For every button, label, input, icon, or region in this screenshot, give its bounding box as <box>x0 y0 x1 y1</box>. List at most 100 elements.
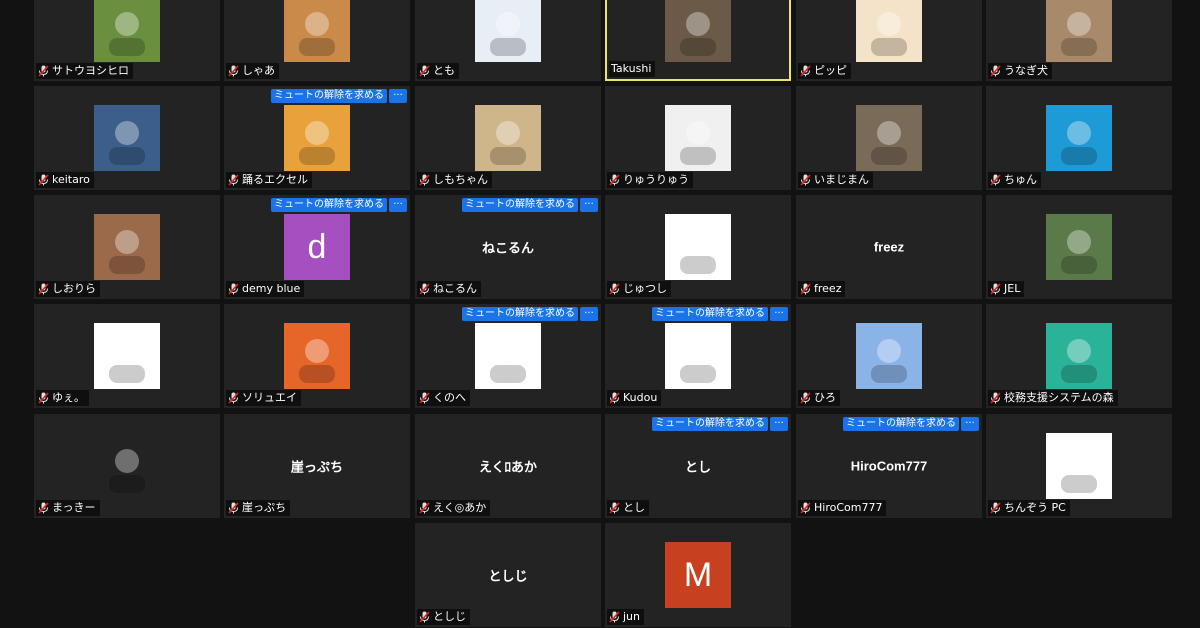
participant-name-bar: とし <box>607 500 649 516</box>
participant-name-bar: ひろ <box>798 390 840 406</box>
participant-tile[interactable]: JEL <box>986 195 1172 299</box>
participant-tile[interactable]: まっきー <box>34 414 220 518</box>
muted-mic-icon <box>419 392 430 404</box>
participant-tile[interactable]: ねこるん ミュートの解除を求める ··· ねこるん <box>415 195 601 299</box>
landscape-photo-avatar <box>94 105 160 171</box>
participant-tile[interactable]: 校務支援システムの森 <box>986 304 1172 408</box>
participant-tile[interactable]: じゅつし <box>605 195 791 299</box>
pink-face-avatar <box>1046 433 1112 499</box>
participant-name: Takushi <box>611 62 652 75</box>
muted-mic-icon <box>38 174 49 186</box>
more-options-button[interactable]: ··· <box>389 89 407 103</box>
unmute-request-controls: ミュートの解除を求める ··· <box>652 307 788 321</box>
participant-name: HiroCom777 <box>814 501 883 514</box>
participant-tile[interactable]: Mjun <box>605 523 791 627</box>
participant-tile[interactable]: としじ としじ <box>415 523 601 627</box>
unmute-request-controls: ミュートの解除を求める ··· <box>271 89 407 103</box>
ask-to-unmute-button[interactable]: ミュートの解除を求める <box>462 198 578 212</box>
muted-mic-icon <box>609 392 620 404</box>
muted-mic-icon <box>38 502 49 514</box>
muted-mic-icon <box>228 392 239 404</box>
participant-name: freez <box>814 282 842 295</box>
participant-name: うなぎ犬 <box>1004 64 1048 77</box>
participant-name-bar: しもちゃん <box>417 172 492 188</box>
participant-tile[interactable]: ソリュエイ <box>224 304 410 408</box>
participant-tile[interactable]: りゅうりゅう <box>605 86 791 190</box>
participant-tile[interactable]: ひろ <box>796 304 982 408</box>
participant-name-bar: ねこるん <box>417 281 481 297</box>
participant-name-bar: ピッピ <box>798 63 851 79</box>
participant-name-bar: しゃあ <box>226 63 279 79</box>
participant-tile[interactable]: えくﾛあか えく◎あか <box>415 414 601 518</box>
ask-to-unmute-button[interactable]: ミュートの解除を求める <box>652 307 768 321</box>
more-options-button[interactable]: ··· <box>961 417 979 431</box>
participant-tile[interactable]: 崖っぷち 崖っぷち <box>224 414 410 518</box>
participant-tile[interactable]: ゆぇ。 <box>34 304 220 408</box>
participant-name-bar: ちゅん <box>988 172 1041 188</box>
muted-mic-icon <box>800 502 811 514</box>
unmute-request-controls: ミュートの解除を求める ··· <box>462 198 598 212</box>
participant-tile[interactable]: サトウヨシヒロ <box>34 0 220 81</box>
more-options-button[interactable]: ··· <box>770 307 788 321</box>
participant-tile[interactable]: しもちゃん <box>415 86 601 190</box>
participant-name-bar: くのへ <box>417 390 470 406</box>
more-options-button[interactable]: ··· <box>580 307 598 321</box>
participant-tile[interactable]: ミュートの解除を求める ··· くのへ <box>415 304 601 408</box>
participant-name: 踊るエクセル <box>242 173 308 186</box>
participant-tile[interactable]: freez freez <box>796 195 982 299</box>
participant-name-bar: えく◎あか <box>417 500 491 516</box>
muted-mic-icon <box>990 174 1001 186</box>
magpie-avatar <box>475 323 541 389</box>
participant-tile[interactable]: とし ミュートの解除を求める ··· とし <box>605 414 791 518</box>
ask-to-unmute-button[interactable]: ミュートの解除を求める <box>271 89 387 103</box>
ask-to-unmute-button[interactable]: ミュートの解除を求める <box>652 417 768 431</box>
participant-name: とも <box>433 64 455 77</box>
unmute-request-controls: ミュートの解除を求める ··· <box>271 198 407 212</box>
pixel-character-avatar <box>94 433 160 499</box>
participant-name: としじ <box>433 610 466 623</box>
participant-tile[interactable]: しおりら <box>34 195 220 299</box>
muted-mic-icon <box>419 502 430 514</box>
participant-tile[interactable]: しゃあ <box>224 0 410 81</box>
muted-mic-icon <box>419 611 430 623</box>
participant-name: ちんぞう PC <box>1004 501 1066 514</box>
participant-tile[interactable]: ミュートの解除を求める ··· Kudou <box>605 304 791 408</box>
participant-tile[interactable]: d ミュートの解除を求める ··· demy blue <box>224 195 410 299</box>
participant-name-bar: しおりら <box>36 281 100 297</box>
participant-tile[interactable]: ピッピ <box>796 0 982 81</box>
muted-mic-icon <box>609 611 620 623</box>
participant-name-bar: じゅつし <box>607 281 671 297</box>
participant-tile[interactable]: ミュートの解除を求める ··· 踊るエクセル <box>224 86 410 190</box>
more-options-button[interactable]: ··· <box>389 198 407 212</box>
participant-name-bar: Kudou <box>607 390 662 406</box>
ask-to-unmute-button[interactable]: ミュートの解除を求める <box>843 417 959 431</box>
participant-tile[interactable]: ちゅん <box>986 86 1172 190</box>
coffee-cups-avatar <box>856 105 922 171</box>
more-options-button[interactable]: ··· <box>770 417 788 431</box>
participant-name: ソリュエイ <box>242 391 297 404</box>
participant-name: 校務支援システムの森 <box>1004 391 1114 404</box>
more-options-button[interactable]: ··· <box>580 198 598 212</box>
participant-tile[interactable]: とも <box>415 0 601 81</box>
participant-tile[interactable]: Takushi <box>605 0 791 81</box>
participant-tile[interactable]: ちんぞう PC <box>986 414 1172 518</box>
participant-tile[interactable]: うなぎ犬 <box>986 0 1172 81</box>
participant-tile[interactable]: keitaro <box>34 86 220 190</box>
building-sky-avatar <box>856 323 922 389</box>
participant-name-bar: keitaro <box>36 172 94 188</box>
participant-name: ちゅん <box>1004 173 1037 186</box>
participant-name-bar: としじ <box>417 609 470 625</box>
ask-to-unmute-button[interactable]: ミュートの解除を求める <box>271 198 387 212</box>
dancing-character-avatar <box>284 105 350 171</box>
participant-tile[interactable]: HiroCom777 ミュートの解除を求める ··· HiroCom777 <box>796 414 982 518</box>
participant-name: jun <box>623 610 640 623</box>
muted-mic-icon <box>38 283 49 295</box>
muted-mic-icon <box>800 174 811 186</box>
participant-name-bar: いまじまん <box>798 172 873 188</box>
participant-name: いまじまん <box>814 173 869 186</box>
participant-name: サトウヨシヒロ <box>52 64 129 77</box>
shop-photo-avatar <box>1046 214 1112 280</box>
tower-photo-avatar <box>665 0 731 62</box>
participant-tile[interactable]: いまじまん <box>796 86 982 190</box>
ask-to-unmute-button[interactable]: ミュートの解除を求める <box>462 307 578 321</box>
